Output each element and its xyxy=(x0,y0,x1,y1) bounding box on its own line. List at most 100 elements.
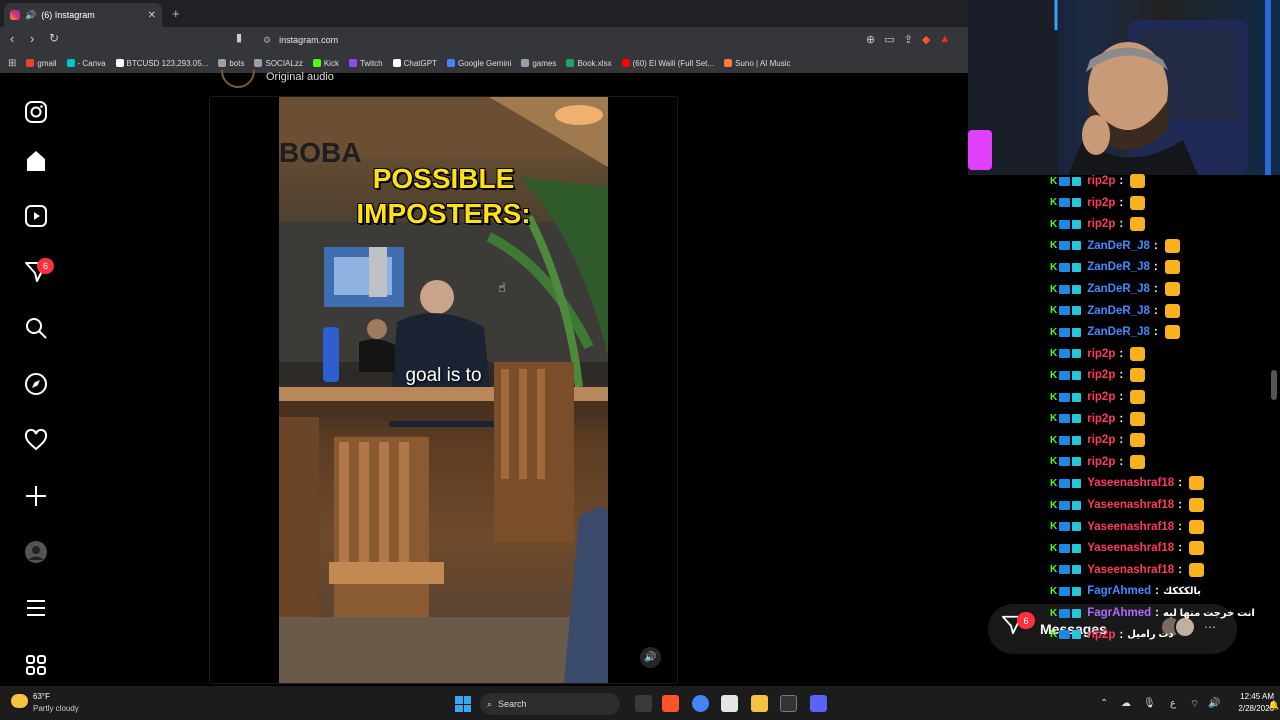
task-view-icon[interactable] xyxy=(635,695,652,712)
also-from-meta-icon[interactable] xyxy=(22,651,50,679)
bookmark-item[interactable]: (60) El Waili (Full Set... xyxy=(621,59,714,68)
chat-username[interactable]: rip2p xyxy=(1087,175,1115,187)
emote-icon xyxy=(1189,562,1205,577)
emote-icon xyxy=(1130,346,1146,361)
taskbar-search[interactable]: ⌕ Search xyxy=(480,693,620,715)
search-icon[interactable] xyxy=(22,314,50,342)
chat-username[interactable]: ZanDeR_J8 xyxy=(1087,283,1150,295)
subscriber-badge-icon xyxy=(1059,565,1071,575)
show-hidden-icons-icon[interactable]: ⌃ xyxy=(1100,698,1108,709)
microphone-icon[interactable]: 🎙 xyxy=(1143,698,1156,709)
weather-desc[interactable]: Partly cloudy xyxy=(33,704,79,713)
kick-badge-icon: K xyxy=(1050,564,1058,576)
network-cloud-icon[interactable]: ☁ xyxy=(1121,698,1131,709)
capcut-icon[interactable] xyxy=(721,695,738,712)
bookmark-item[interactable]: gmail xyxy=(26,59,57,68)
new-tab-button[interactable]: + xyxy=(172,6,180,21)
chat-username[interactable]: rip2p xyxy=(1087,369,1115,381)
apps-grid-icon[interactable]: ⊞ xyxy=(8,58,16,69)
reload-button[interactable]: ↻ xyxy=(49,31,59,45)
bookmark-item[interactable]: Google Gemini xyxy=(446,59,511,68)
close-tab-icon[interactable]: ✕ xyxy=(148,10,156,21)
file-explorer-icon[interactable] xyxy=(751,695,768,712)
brave-rewards-icon[interactable]: ▲ xyxy=(939,33,950,46)
moderator-badge-icon xyxy=(1072,630,1082,640)
brave-shield-icon[interactable]: ◆ xyxy=(922,33,930,46)
chat-username[interactable]: Yaseenashraf18 xyxy=(1087,542,1174,554)
clock-date[interactable]: 2/28/2026 xyxy=(1222,704,1274,713)
more-menu-icon[interactable] xyxy=(22,594,50,622)
bookmark-item[interactable]: Kick xyxy=(312,59,339,68)
chat-username[interactable]: Yaseenashraf18 xyxy=(1087,477,1174,489)
site-settings-icon[interactable]: ⚙ xyxy=(263,35,271,46)
chat-separator: : xyxy=(1153,239,1158,252)
steam-icon[interactable] xyxy=(780,695,797,712)
tab-title: (6) Instagram xyxy=(41,10,95,20)
chat-username[interactable]: ZanDeR_J8 xyxy=(1087,240,1150,252)
forward-button[interactable]: › xyxy=(30,31,34,46)
bookmark-item[interactable]: - Canva xyxy=(66,59,106,68)
bookmark-item[interactable]: ChatGPT xyxy=(392,59,437,68)
wifi-icon[interactable]: ⌔ xyxy=(1190,698,1199,711)
weather-temp[interactable]: 63°F xyxy=(33,692,50,701)
chat-message: Krip2p: دت راميل xyxy=(1050,625,1174,645)
instagram-logo-icon[interactable] xyxy=(22,98,50,126)
bookmark-item[interactable]: BTCUSD 123,293.05... xyxy=(115,59,208,68)
bookmark-item[interactable]: Suno | AI Music xyxy=(724,59,791,68)
bookmark-item[interactable]: Book.xlsx xyxy=(566,59,612,68)
heart-icon[interactable] xyxy=(22,426,50,454)
kick-badge-icon: K xyxy=(1050,456,1058,468)
chat-username[interactable]: Yaseenashraf18 xyxy=(1087,499,1174,511)
chat-username[interactable]: rip2p xyxy=(1087,218,1115,230)
bookmark-item[interactable]: games xyxy=(521,59,556,68)
moderator-badge-icon xyxy=(1072,608,1082,618)
discord-icon[interactable] xyxy=(810,695,827,712)
chrome-icon[interactable] xyxy=(692,695,709,712)
explore-compass-icon[interactable] xyxy=(22,370,50,398)
bookmark-item[interactable]: bots xyxy=(218,59,244,68)
chat-username[interactable]: rip2p xyxy=(1087,391,1115,403)
volume-tray-icon[interactable]: 🔊 xyxy=(1208,698,1220,709)
video-caption: goal is to xyxy=(405,365,482,386)
chat-username[interactable]: Yaseenashraf18 xyxy=(1087,521,1174,533)
zoom-icon[interactable]: ⊕ xyxy=(866,33,875,46)
reel-video[interactable]: BOBA POSSIBLE IMPOSTERS: goal is to xyxy=(279,97,608,683)
chat-username[interactable]: Yaseenashraf18 xyxy=(1087,564,1174,576)
chat-username[interactable]: ZanDeR_J8 xyxy=(1087,305,1150,317)
home-icon[interactable] xyxy=(22,147,50,175)
volume-icon[interactable]: 🔊 xyxy=(640,647,661,668)
chat-username[interactable]: rip2p xyxy=(1087,413,1115,425)
chat-username[interactable]: rip2p xyxy=(1087,629,1115,641)
brave-browser-icon[interactable] xyxy=(662,695,679,712)
bookmark-item[interactable]: SOCIALzz xyxy=(254,59,303,68)
reels-icon[interactable] xyxy=(22,202,50,230)
bookmark-icon[interactable]: ▮ xyxy=(236,31,242,44)
chat-username[interactable]: rip2p xyxy=(1087,434,1115,446)
windows-start-icon[interactable] xyxy=(455,696,471,712)
chat-username[interactable]: ZanDeR_J8 xyxy=(1087,326,1150,338)
share-icon[interactable]: ⇪ xyxy=(904,33,913,46)
chat-username[interactable]: FagrAhmed xyxy=(1087,607,1151,619)
scrollbar[interactable] xyxy=(1271,370,1277,400)
tab-instagram[interactable]: 🔊 (6) Instagram ✕ xyxy=(4,3,162,27)
create-plus-icon[interactable] xyxy=(22,482,50,510)
language-indicator[interactable]: ع xyxy=(1170,698,1176,709)
bookmark-label: Twitch xyxy=(359,58,383,68)
chat-username[interactable]: rip2p xyxy=(1087,456,1115,468)
speaker-icon: 🔊 xyxy=(25,9,37,20)
original-audio-label[interactable]: Original audio xyxy=(266,71,334,83)
kick-badge-icon: K xyxy=(1050,369,1058,381)
chat-username[interactable]: rip2p xyxy=(1087,348,1115,360)
bookmark-favicon-icon xyxy=(115,59,124,67)
cast-icon[interactable]: ▭ xyxy=(884,33,894,46)
chat-username[interactable]: FagrAhmed xyxy=(1087,585,1151,597)
bookmark-item[interactable]: Twitch xyxy=(348,58,383,68)
chat-message: K ZanDeR_J8: xyxy=(1050,257,1180,277)
weather-icon[interactable] xyxy=(11,694,28,708)
chat-username[interactable]: ZanDeR_J8 xyxy=(1087,261,1150,273)
back-button[interactable]: ‹ xyxy=(10,31,14,46)
chat-username[interactable]: rip2p xyxy=(1087,197,1115,209)
address-bar[interactable]: ⚙ instagram.com xyxy=(255,30,853,50)
profile-avatar[interactable] xyxy=(22,538,50,566)
notifications-bell-icon[interactable]: 🔔 xyxy=(1268,700,1279,711)
